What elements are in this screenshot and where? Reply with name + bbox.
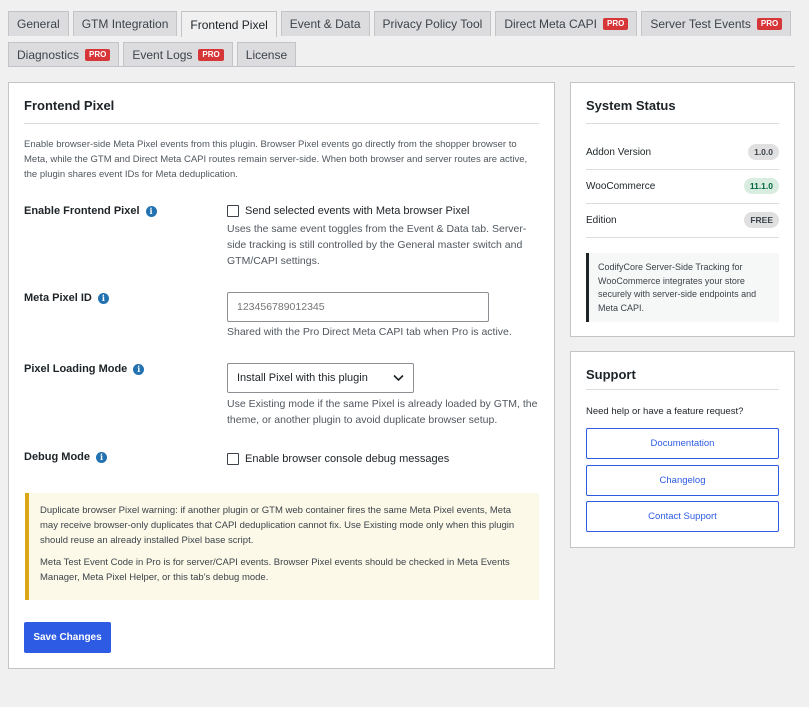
system-status-title: System Status — [586, 98, 676, 113]
duplicate-pixel-warning-notice: Duplicate browser Pixel warning: if anot… — [25, 493, 539, 600]
field-label-text: Pixel Loading Mode — [24, 363, 128, 375]
tab-frontend-pixel[interactable]: Frontend Pixel — [181, 11, 277, 37]
tab-label: License — [245, 48, 288, 62]
tabs-row-2: Diagnostics PRO Event Logs PRO License — [8, 42, 297, 67]
status-label: WooCommerce — [586, 180, 656, 192]
status-badge: FREE — [744, 212, 779, 228]
debug-mode-label: Debug Mode i — [24, 451, 107, 463]
tab-label: GTM Integration — [81, 17, 169, 31]
pixel-loading-mode-label: Pixel Loading Mode i — [24, 363, 145, 375]
tab-label: Event Logs — [132, 48, 193, 62]
enable-frontend-pixel-help: Uses the same event toggles from the Eve… — [227, 223, 527, 267]
meta-pixel-id-input[interactable] — [227, 292, 489, 322]
field-label-text: Meta Pixel ID — [24, 292, 92, 304]
documentation-button[interactable]: Documentation — [586, 428, 779, 459]
pixel-loading-mode-select[interactable]: Install Pixel with this plugin — [227, 363, 414, 393]
changelog-button[interactable]: Changelog — [586, 465, 779, 496]
debug-mode-checkbox-label[interactable]: Enable browser console debug messages — [245, 453, 449, 465]
pro-badge: PRO — [85, 49, 111, 61]
notice-paragraph-1: Duplicate browser Pixel warning: if anot… — [40, 505, 515, 546]
tabs-divider — [8, 66, 795, 67]
tab-license[interactable]: License — [236, 42, 297, 67]
status-badge: 11.1.0 — [743, 178, 779, 194]
info-icon[interactable]: i — [96, 451, 107, 463]
tab-label: Direct Meta CAPI — [504, 17, 598, 31]
frontend-pixel-panel: Frontend Pixel Enable browser-side Meta … — [8, 82, 555, 669]
tab-general[interactable]: General — [8, 11, 69, 36]
tab-label: Diagnostics — [17, 48, 80, 62]
status-row-woocommerce: WooCommerce 11.1.0 — [586, 169, 779, 203]
tab-event-logs[interactable]: Event Logs PRO — [123, 42, 233, 67]
panel-intro: Enable browser-side Meta Pixel events fr… — [24, 139, 528, 180]
tabs-row-1: General GTM Integration Frontend Pixel E… — [8, 11, 792, 37]
status-badge: 1.0.0 — [748, 144, 779, 160]
info-icon[interactable]: i — [133, 363, 145, 375]
tab-label: Server Test Events — [650, 17, 751, 31]
info-icon[interactable]: i — [145, 205, 157, 217]
tab-label: General — [17, 17, 60, 31]
debug-mode-checkbox[interactable] — [227, 453, 239, 465]
status-row-divider — [586, 237, 779, 238]
panel-title: Frontend Pixel — [24, 98, 115, 113]
info-icon[interactable]: i — [97, 292, 109, 304]
pro-badge: PRO — [198, 49, 224, 61]
system-status-divider — [586, 123, 779, 124]
field-label-text: Debug Mode — [24, 451, 90, 463]
pro-badge: PRO — [603, 18, 629, 30]
tab-server-test-events[interactable]: Server Test Events PRO — [641, 11, 792, 36]
select-value: Install Pixel with this plugin — [237, 372, 368, 384]
panel-title-divider — [24, 123, 539, 124]
pixel-loading-mode-help: Use Existing mode if the same Pixel is a… — [227, 398, 538, 426]
status-label: Addon Version — [586, 146, 652, 158]
tab-label: Frontend Pixel — [190, 17, 268, 32]
tab-privacy-policy-tool[interactable]: Privacy Policy Tool — [373, 11, 492, 36]
meta-pixel-id-label: Meta Pixel ID i — [24, 292, 109, 304]
status-row-addon-version: Addon Version 1.0.0 — [586, 135, 779, 169]
support-divider — [586, 389, 779, 390]
field-label-text: Enable Frontend Pixel — [24, 205, 140, 217]
meta-pixel-id-help: Shared with the Pro Direct Meta CAPI tab… — [227, 326, 512, 338]
system-status-note: CodifyCore Server-Side Tracking for WooC… — [586, 253, 779, 322]
tab-gtm-integration[interactable]: GTM Integration — [72, 11, 178, 36]
system-status-panel: System Status Addon Version 1.0.0 WooCom… — [570, 82, 795, 337]
support-text: Need help or have a feature request? — [586, 406, 744, 417]
tab-direct-meta-capi[interactable]: Direct Meta CAPI PRO — [495, 11, 638, 36]
tab-diagnostics[interactable]: Diagnostics PRO — [8, 42, 120, 67]
status-row-edition: Edition FREE — [586, 203, 779, 237]
chevron-down-icon — [393, 374, 404, 382]
enable-frontend-pixel-checkbox[interactable] — [227, 205, 239, 217]
enable-frontend-pixel-label: Enable Frontend Pixel i — [24, 205, 157, 217]
enable-frontend-pixel-checkbox-label[interactable]: Send selected events with Meta browser P… — [245, 205, 469, 217]
support-panel: Support Need help or have a feature requ… — [570, 351, 795, 548]
save-changes-button[interactable]: Save Changes — [24, 622, 111, 653]
support-title: Support — [586, 367, 636, 382]
tab-label: Privacy Policy Tool — [382, 17, 483, 31]
status-label: Edition — [586, 214, 617, 226]
tab-event-data[interactable]: Event & Data — [280, 11, 370, 36]
notice-paragraph-2: Meta Test Event Code in Pro is for serve… — [40, 557, 510, 583]
tab-label: Event & Data — [289, 17, 361, 31]
pro-badge: PRO — [756, 18, 783, 30]
contact-support-button[interactable]: Contact Support — [586, 501, 779, 532]
